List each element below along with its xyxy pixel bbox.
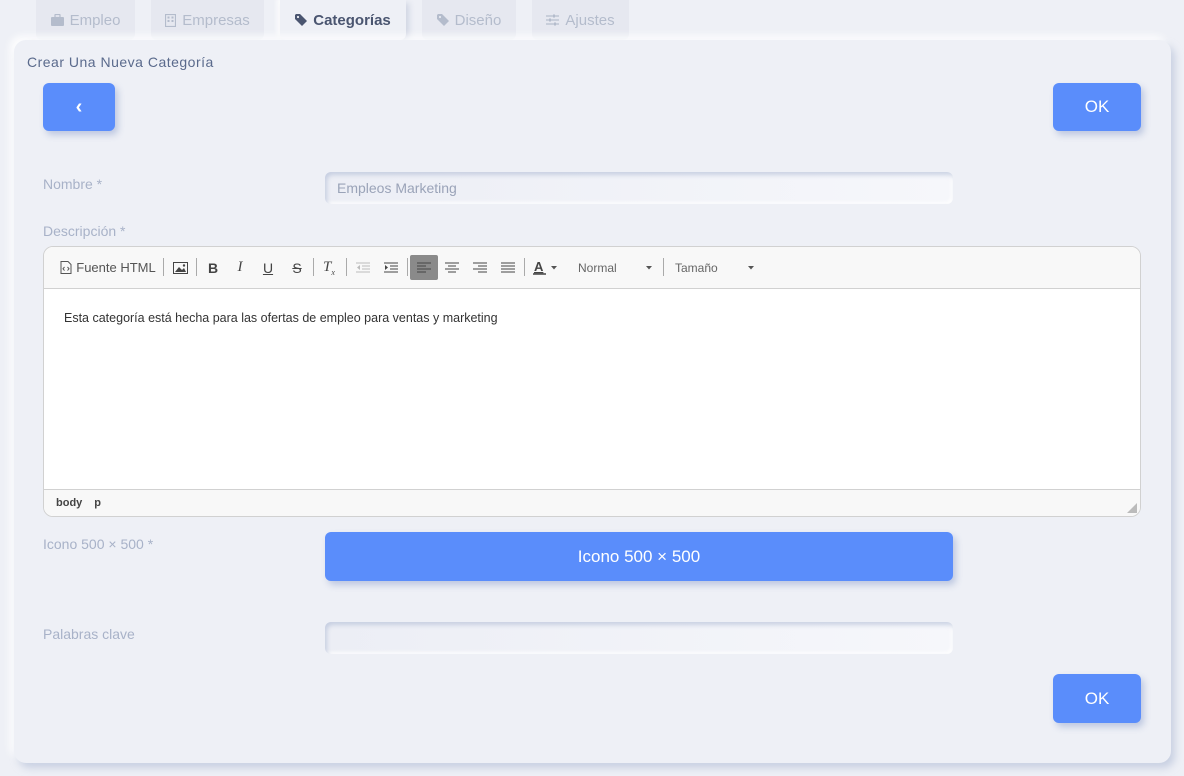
building-icon — [165, 13, 177, 27]
strikethrough-button[interactable]: S — [286, 255, 308, 280]
toolbar-separator — [407, 258, 408, 276]
tab-label: Categorías — [313, 11, 391, 29]
toolbar-separator — [346, 258, 347, 276]
bold-icon: B — [207, 259, 219, 276]
keywords-label: Palabras clave — [43, 626, 135, 642]
source-html-button[interactable]: Fuente HTML — [58, 255, 158, 280]
toolbar-separator — [524, 258, 525, 276]
tab-label: Diseño — [454, 11, 502, 29]
path-p[interactable]: p — [94, 497, 101, 509]
clear-format-icon: Tx — [323, 258, 335, 277]
briefcase-icon — [50, 14, 64, 26]
tab-label: Ajustes — [565, 11, 615, 29]
description-label: Descripción * — [43, 223, 126, 239]
path-body[interactable]: body — [56, 497, 82, 509]
tab-categorias[interactable]: Categorías — [280, 0, 406, 40]
tab-ajustes[interactable]: Ajustes — [532, 0, 629, 40]
page-title: Crear Una Nueva Categoría — [27, 54, 214, 70]
tab-empresas[interactable]: Empresas — [151, 0, 264, 40]
align-left-button[interactable] — [410, 255, 438, 280]
justify-icon — [501, 262, 515, 272]
editor-toolbar: Fuente HTML B I U S Tx A Normal Tamaño — [44, 247, 1140, 289]
ok-button-bottom[interactable]: OK — [1053, 674, 1141, 723]
source-icon — [60, 261, 72, 274]
icon-label: Icono 500 × 500 * — [43, 536, 154, 552]
justify-button[interactable] — [497, 255, 519, 280]
create-category-card: Crear Una Nueva Categoría ‹ OK Nombre * … — [14, 40, 1171, 763]
caret-down-icon — [551, 265, 557, 269]
tab-empleo[interactable]: Empleo — [36, 0, 135, 40]
bold-button[interactable]: B — [202, 255, 224, 280]
toolbar-separator — [663, 258, 664, 276]
underline-button[interactable]: U — [257, 255, 279, 280]
editor-content[interactable]: Esta categoría está hecha para las ofert… — [44, 289, 1140, 347]
editor-path-bar: body p — [44, 489, 1140, 516]
image-icon — [172, 261, 188, 274]
text-color-icon: A — [533, 260, 546, 275]
back-button[interactable]: ‹ — [43, 83, 115, 131]
sliders-icon — [546, 14, 560, 26]
indent-icon — [384, 262, 398, 272]
format-select[interactable]: Normal — [566, 255, 658, 280]
name-field[interactable]: Empleos Marketing — [325, 172, 953, 204]
editor-paragraph: Esta categoría está hecha para las ofert… — [64, 311, 498, 325]
ok-button-top[interactable]: OK — [1053, 83, 1141, 131]
outdent-button[interactable] — [352, 255, 374, 280]
align-center-button[interactable] — [441, 255, 463, 280]
indent-button[interactable] — [380, 255, 402, 280]
insert-image-button[interactable] — [169, 255, 191, 280]
align-right-icon — [473, 262, 487, 272]
caret-down-icon — [646, 265, 652, 269]
italic-icon: I — [237, 259, 243, 275]
svg-text:A: A — [534, 260, 544, 274]
toolbar-separator — [163, 258, 164, 276]
tab-label: Empleo — [69, 11, 121, 29]
chevron-left-icon: ‹ — [75, 95, 83, 118]
caret-down-icon — [748, 265, 754, 269]
toolbar-separator — [313, 258, 314, 276]
remove-format-button[interactable]: Tx — [318, 255, 340, 280]
underline-icon: U — [262, 259, 274, 276]
tag-icon — [436, 14, 449, 26]
tab-label: Empresas — [182, 11, 250, 29]
toolbar-separator — [196, 258, 197, 276]
align-right-button[interactable] — [469, 255, 491, 280]
size-value: Tamaño — [675, 260, 718, 275]
source-html-label: Fuente HTML — [76, 260, 156, 275]
align-center-icon — [445, 262, 459, 272]
name-value: Empleos Marketing — [337, 180, 457, 196]
tag-icon — [295, 14, 308, 26]
text-color-button[interactable]: A — [530, 255, 560, 280]
resize-handle-icon[interactable] — [1127, 503, 1137, 513]
size-select[interactable]: Tamaño — [668, 255, 756, 280]
align-left-icon — [417, 262, 431, 272]
keywords-field[interactable] — [325, 622, 953, 654]
name-label: Nombre * — [43, 176, 103, 192]
tab-diseno[interactable]: Diseño — [422, 0, 516, 40]
outdent-icon — [356, 262, 370, 272]
icon-upload-button[interactable]: Icono 500 × 500 — [325, 532, 953, 581]
italic-button[interactable]: I — [229, 255, 251, 280]
rich-text-editor: Fuente HTML B I U S Tx A Normal Tamaño E… — [43, 246, 1141, 517]
strikethrough-icon: S — [292, 259, 302, 276]
format-value: Normal — [578, 260, 617, 275]
